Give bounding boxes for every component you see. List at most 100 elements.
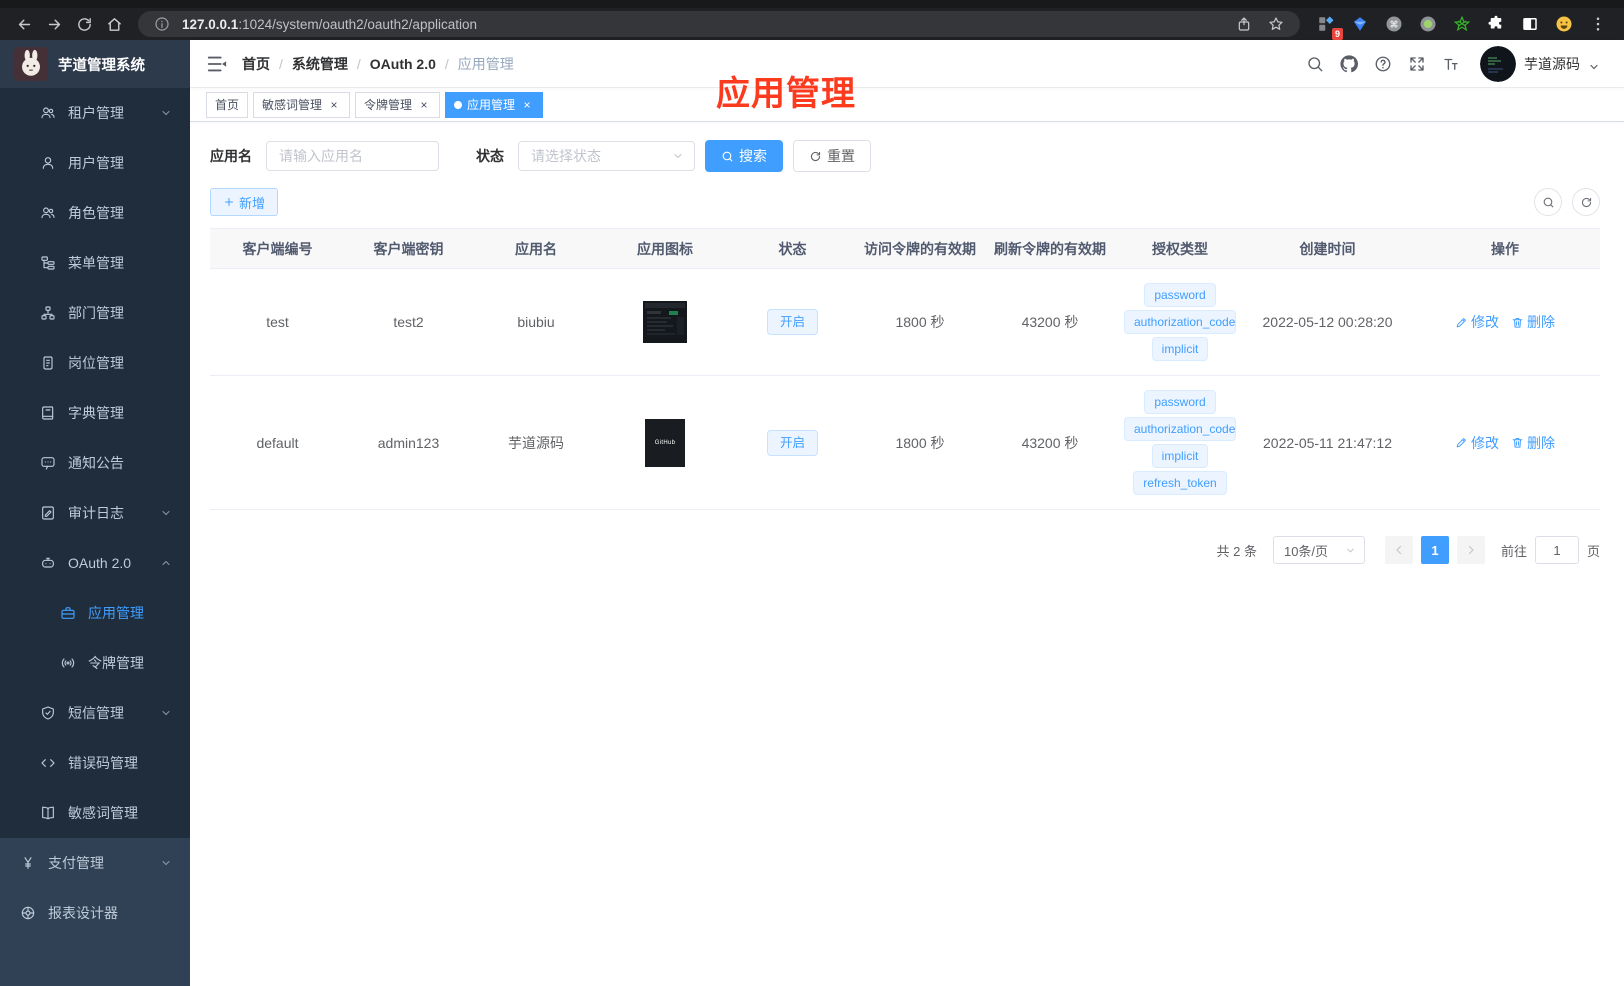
delete-button[interactable]: 删除 (1511, 433, 1555, 453)
cell-app-icon: GitHub (600, 375, 730, 510)
sidebar-item-audit-log[interactable]: 审计日志 (0, 488, 190, 538)
extension-command-icon[interactable]: ⌘ (1381, 11, 1407, 37)
sidebar-item-announcement[interactable]: 通知公告 (0, 438, 190, 488)
header-search-icon[interactable] (1298, 40, 1332, 88)
sidebar-item-sms-shield[interactable]: 短信管理 (0, 688, 190, 738)
browser-menu-icon[interactable] (1585, 11, 1611, 37)
sidebar-item-report-designer[interactable]: 报表设计器 (0, 888, 190, 938)
browser-reload-icon[interactable] (70, 10, 98, 38)
grant-type-tag: implicit (1151, 337, 1209, 361)
sidebar-item-payment-yen[interactable]: 支付管理 (0, 838, 190, 888)
help-icon[interactable] (1366, 40, 1400, 88)
refresh-icon (810, 151, 821, 161)
reset-button[interactable]: 重置 (793, 140, 871, 172)
chevron-up-icon (160, 557, 172, 569)
address-bar[interactable]: 127.0.0.1:1024/system/oauth2/oauth2/appl… (138, 11, 1300, 37)
add-button[interactable]: 新增 (210, 188, 279, 216)
sidebar-item-token-signal[interactable]: 令牌管理 (0, 638, 190, 688)
sidebar-item-error-code[interactable]: 错误码管理 (0, 738, 190, 788)
extension-record-icon[interactable] (1415, 11, 1441, 37)
app-icon-thumbnail: GitHub (645, 418, 685, 467)
user-menu[interactable]: 芋道源码 (1480, 45, 1600, 82)
view-tab[interactable]: 首页 (206, 91, 249, 118)
breadcrumb-item[interactable]: 系统管理 (292, 54, 348, 74)
cell-app-name: biubiu (472, 268, 600, 376)
prev-page-button[interactable] (1384, 536, 1413, 564)
cell-created-at: 2022-05-11 21:47:12 (1245, 375, 1410, 510)
sidebar-item-user[interactable]: 用户管理 (0, 138, 190, 188)
sidebar-item-label: 报表设计器 (48, 905, 118, 921)
site-info-icon[interactable] (150, 16, 174, 32)
cell-status: 开启 (730, 268, 855, 376)
sidebar-collapse-icon[interactable] (206, 53, 228, 75)
status-select[interactable]: 请选择状态 (518, 141, 695, 171)
bookmark-star-icon[interactable] (1264, 16, 1288, 32)
org-chart-icon (40, 305, 56, 321)
report-designer-icon (20, 905, 36, 921)
view-tab[interactable]: 敏感词管理 × (253, 91, 351, 118)
breadcrumb-item[interactable]: OAuth 2.0 (370, 56, 436, 72)
sidebar-item-oauth-robot[interactable]: OAuth 2.0 (0, 538, 190, 588)
extension-star-icon[interactable] (1449, 11, 1475, 37)
browser-forward-icon[interactable] (40, 10, 68, 38)
close-icon[interactable]: × (417, 98, 431, 112)
sidebar-item-menu-tree[interactable]: 菜单管理 (0, 238, 190, 288)
toggle-search-button[interactable] (1534, 188, 1562, 216)
sidebar-item-tenant-users[interactable]: 租户管理 (0, 88, 190, 138)
grant-type-tag: password (1144, 283, 1216, 307)
extension-gem-icon[interactable] (1347, 11, 1373, 37)
extension-sidepanel-icon[interactable] (1517, 11, 1543, 37)
sidebar-item-label: 敏感词管理 (68, 805, 138, 821)
next-page-button[interactable] (1456, 536, 1485, 564)
browser-back-icon[interactable] (10, 10, 38, 38)
app-name-input[interactable] (266, 141, 439, 171)
font-size-icon[interactable] (1434, 40, 1468, 88)
extension-emoji-icon[interactable] (1551, 11, 1577, 37)
sidebar-item-post-badge[interactable]: 岗位管理 (0, 338, 190, 388)
token-signal-icon (60, 655, 76, 671)
close-icon[interactable]: × (520, 98, 534, 112)
sidebar-item-org-chart[interactable]: 部门管理 (0, 288, 190, 338)
app-logo-row[interactable]: 芋道管理系统 (0, 40, 190, 88)
status-tag: 开启 (766, 309, 818, 335)
tab-label: 敏感词管理 (262, 98, 323, 112)
page-number-button[interactable]: 1 (1420, 536, 1449, 564)
goto-page-input[interactable] (1534, 536, 1579, 564)
breadcrumb-item[interactable]: 首页 (242, 54, 270, 74)
page-size-select[interactable]: 10条/页 (1272, 536, 1365, 564)
share-icon[interactable] (1232, 16, 1256, 32)
refresh-icon (1581, 197, 1591, 207)
close-icon[interactable]: × (327, 98, 341, 112)
browser-home-icon[interactable] (100, 10, 128, 38)
table-row: default admin123 芋道源码 GitHub 开启 1800 秒 43200 秒… (210, 375, 1600, 510)
roles-icon (40, 205, 56, 221)
sidebar-item-label: 角色管理 (68, 205, 124, 221)
query-form: 应用名 状态 请选择状态 搜索 重置 (210, 140, 1600, 172)
delete-button[interactable]: 删除 (1511, 312, 1555, 332)
refresh-table-button[interactable] (1572, 188, 1600, 216)
fullscreen-icon[interactable] (1400, 40, 1434, 88)
view-tab[interactable]: 令牌管理 × (355, 91, 441, 118)
edit-button[interactable]: 修改 (1455, 312, 1499, 332)
cell-app-name: 芋道源码 (472, 375, 600, 510)
sidebar-item-dictionary[interactable]: 字典管理 (0, 388, 190, 438)
sidebar-item-application[interactable]: 应用管理 (0, 588, 190, 638)
view-tab[interactable]: 应用管理 × (445, 91, 544, 118)
github-icon[interactable] (1332, 40, 1366, 88)
oauth-robot-icon (40, 555, 56, 571)
tags-view-bar: 首页 敏感词管理 × 令牌管理 × 应用管理 × (190, 88, 1624, 122)
table-body: test test2 biubiu 开启 1800 秒 43200 秒 password au… (210, 268, 1600, 510)
extension-grid-icon[interactable]: 9 (1313, 11, 1343, 40)
goto-unit-label: 页 (1586, 543, 1600, 559)
column-header: 客户端编号 (210, 228, 345, 269)
sidebar-item-label: 应用管理 (88, 605, 144, 621)
column-header: 创建时间 (1245, 228, 1410, 269)
edit-button[interactable]: 修改 (1455, 433, 1499, 453)
sidebar-item-label: 部门管理 (68, 305, 124, 321)
sidebar-item-sensitive-word[interactable]: 敏感词管理 (0, 788, 190, 838)
extension-puzzle-icon[interactable] (1483, 11, 1509, 37)
tab-label: 应用管理 (467, 98, 516, 112)
search-button[interactable]: 搜索 (705, 140, 783, 172)
breadcrumb-separator: / (356, 55, 361, 72)
sidebar-item-roles[interactable]: 角色管理 (0, 188, 190, 238)
